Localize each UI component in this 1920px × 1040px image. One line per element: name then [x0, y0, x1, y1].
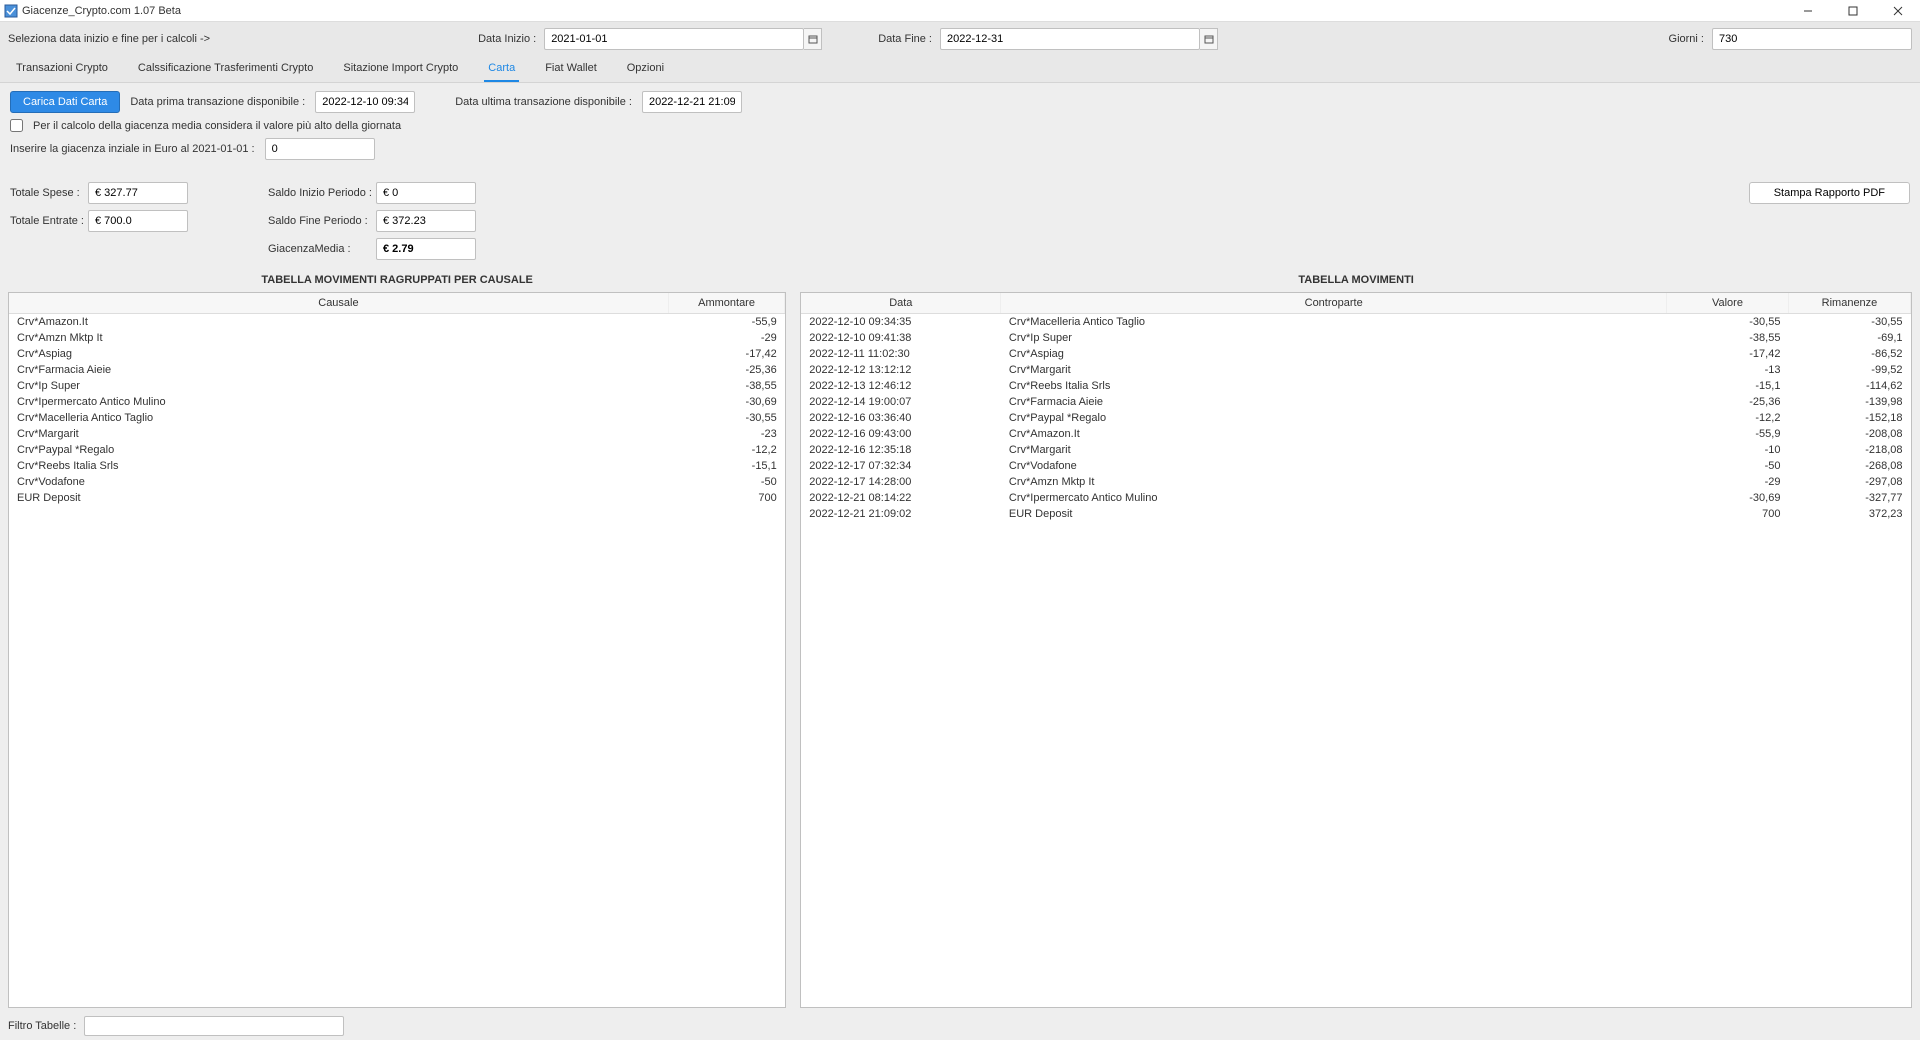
table-row[interactable]: 2022-12-21 08:14:22Crv*Ipermercato Antic…: [801, 490, 1910, 506]
titlebar: Giacenze_Crypto.com 1.07 Beta: [0, 0, 1920, 22]
totale-entrate-value: [88, 210, 188, 232]
footer-row: Filtro Tabelle :: [0, 1012, 1920, 1040]
maximize-icon: [1848, 6, 1858, 16]
window-title: Giacenze_Crypto.com 1.07 Beta: [22, 5, 181, 17]
table-row[interactable]: Crv*Ipermercato Antico Mulino-30,69: [9, 394, 785, 410]
tab-opzioni[interactable]: Opzioni: [623, 56, 668, 82]
high-value-checkbox[interactable]: [10, 119, 23, 132]
maximize-button[interactable]: [1830, 0, 1875, 22]
date-prompt: Seleziona data inizio e fine per i calco…: [8, 33, 210, 45]
tab-situazione-import[interactable]: Sitazione Import Crypto: [339, 56, 462, 82]
calendar-icon: [808, 34, 818, 44]
table-left-header[interactable]: Causale: [9, 293, 668, 314]
table-right-header[interactable]: Data: [801, 293, 1001, 314]
table-row[interactable]: 2022-12-21 21:09:02EUR Deposit700372,23: [801, 506, 1910, 522]
table-right-header[interactable]: Controparte: [1001, 293, 1667, 314]
tab-transazioni-crypto[interactable]: Transazioni Crypto: [12, 56, 112, 82]
high-value-checkbox-label: Per il calcolo della giacenza media cons…: [33, 120, 401, 132]
tab-carta[interactable]: Carta: [484, 56, 519, 82]
table-row[interactable]: Crv*Paypal *Regalo-12,2: [9, 442, 785, 458]
saldo-inizio-value: [376, 182, 476, 204]
data-fine-picker-button[interactable]: [1200, 28, 1218, 50]
saldo-fine-label: Saldo Fine Periodo :: [268, 215, 368, 227]
table-row[interactable]: Crv*Margarit-23: [9, 426, 785, 442]
giacenza-media-label: GiacenzaMedia :: [268, 243, 368, 255]
totale-spese-label: Totale Spese :: [10, 187, 80, 199]
table-left-header[interactable]: Ammontare: [668, 293, 784, 314]
saldo-inizio-label: Saldo Inizio Periodo :: [268, 187, 368, 199]
table-row[interactable]: Crv*Farmacia Aieie-25,36: [9, 362, 785, 378]
giorni-label: Giorni :: [1669, 33, 1704, 45]
initial-balance-label: Inserire la giacenza inziale in Euro al …: [10, 143, 255, 155]
table-row[interactable]: Crv*Ip Super-38,55: [9, 378, 785, 394]
stampa-pdf-button[interactable]: Stampa Rapporto PDF: [1749, 182, 1910, 204]
data-inizio-label: Data Inizio :: [478, 33, 536, 45]
first-tx-label: Data prima transazione disponibile :: [130, 96, 305, 108]
data-fine-input[interactable]: [940, 28, 1200, 50]
table-left[interactable]: CausaleAmmontare Crv*Amazon.It-55,9Crv*A…: [8, 292, 786, 1008]
giorni-input[interactable]: [1712, 28, 1912, 50]
data-inizio-picker-button[interactable]: [804, 28, 822, 50]
last-tx-value: [642, 91, 742, 113]
table-row[interactable]: EUR Deposit700: [9, 490, 785, 506]
table-row[interactable]: 2022-12-10 09:41:38Crv*Ip Super-38,55-69…: [801, 330, 1910, 346]
last-tx-label: Data ultima transazione disponibile :: [455, 96, 632, 108]
minimize-button[interactable]: [1785, 0, 1830, 22]
date-selection-row: Seleziona data inizio e fine per i calco…: [0, 22, 1920, 56]
close-button[interactable]: [1875, 0, 1920, 22]
data-inizio-input[interactable]: [544, 28, 804, 50]
table-row[interactable]: 2022-12-17 14:28:00Crv*Amzn Mktp It-29-2…: [801, 474, 1910, 490]
table-row[interactable]: Crv*Macelleria Antico Taglio-30,55: [9, 410, 785, 426]
table-row[interactable]: Crv*Reebs Italia Srls-15,1: [9, 458, 785, 474]
app-icon: [4, 4, 18, 18]
table-row[interactable]: 2022-12-14 19:00:07Crv*Farmacia Aieie-25…: [801, 394, 1910, 410]
data-fine-label: Data Fine :: [878, 33, 932, 45]
saldo-fine-value: [376, 210, 476, 232]
carica-dati-carta-button[interactable]: Carica Dati Carta: [10, 91, 120, 113]
tables-row: TABELLA MOVIMENTI RAGRUPPATI PER CAUSALE…: [0, 268, 1920, 1012]
carta-panel: Carica Dati Carta Data prima transazione…: [0, 83, 1920, 174]
totale-entrate-label: Totale Entrate :: [10, 215, 80, 227]
filter-label: Filtro Tabelle :: [8, 1020, 76, 1032]
table-row[interactable]: Crv*Amazon.It-55,9: [9, 314, 785, 331]
table-right-header[interactable]: Rimanenze: [1788, 293, 1910, 314]
tab-bar: Transazioni Crypto Calssificazione Trasf…: [0, 56, 1920, 83]
totale-spese-value: [88, 182, 188, 204]
tab-fiat-wallet[interactable]: Fiat Wallet: [541, 56, 601, 82]
table-right-header[interactable]: Valore: [1666, 293, 1788, 314]
summary-grid: Totale Spese : Totale Entrate : Saldo In…: [0, 174, 1920, 268]
table-row[interactable]: 2022-12-16 03:36:40Crv*Paypal *Regalo-12…: [801, 410, 1910, 426]
table-row[interactable]: Crv*Vodafone-50: [9, 474, 785, 490]
table-row[interactable]: Crv*Amzn Mktp It-29: [9, 330, 785, 346]
table-row[interactable]: 2022-12-17 07:32:34Crv*Vodafone-50-268,0…: [801, 458, 1910, 474]
giacenza-media-value: [376, 238, 476, 260]
filter-input[interactable]: [84, 1016, 344, 1036]
table-right[interactable]: DataControparteValoreRimanenze 2022-12-1…: [800, 292, 1912, 1008]
table-left-title: TABELLA MOVIMENTI RAGRUPPATI PER CAUSALE: [8, 268, 786, 292]
close-icon: [1893, 6, 1903, 16]
table-row[interactable]: 2022-12-12 13:12:12Crv*Margarit-13-99,52: [801, 362, 1910, 378]
table-right-title: TABELLA MOVIMENTI: [800, 268, 1912, 292]
minimize-icon: [1803, 6, 1813, 16]
table-row[interactable]: Crv*Aspiag-17,42: [9, 346, 785, 362]
table-row[interactable]: 2022-12-16 12:35:18Crv*Margarit-10-218,0…: [801, 442, 1910, 458]
table-row[interactable]: 2022-12-13 12:46:12Crv*Reebs Italia Srls…: [801, 378, 1910, 394]
first-tx-value: [315, 91, 415, 113]
table-row[interactable]: 2022-12-11 11:02:30Crv*Aspiag-17,42-86,5…: [801, 346, 1910, 362]
table-row[interactable]: 2022-12-10 09:34:35Crv*Macelleria Antico…: [801, 314, 1910, 331]
initial-balance-input[interactable]: [265, 138, 375, 160]
tab-classificazione-trasferimenti[interactable]: Calssificazione Trasferimenti Crypto: [134, 56, 317, 82]
calendar-icon: [1204, 34, 1214, 44]
table-row[interactable]: 2022-12-16 09:43:00Crv*Amazon.It-55,9-20…: [801, 426, 1910, 442]
